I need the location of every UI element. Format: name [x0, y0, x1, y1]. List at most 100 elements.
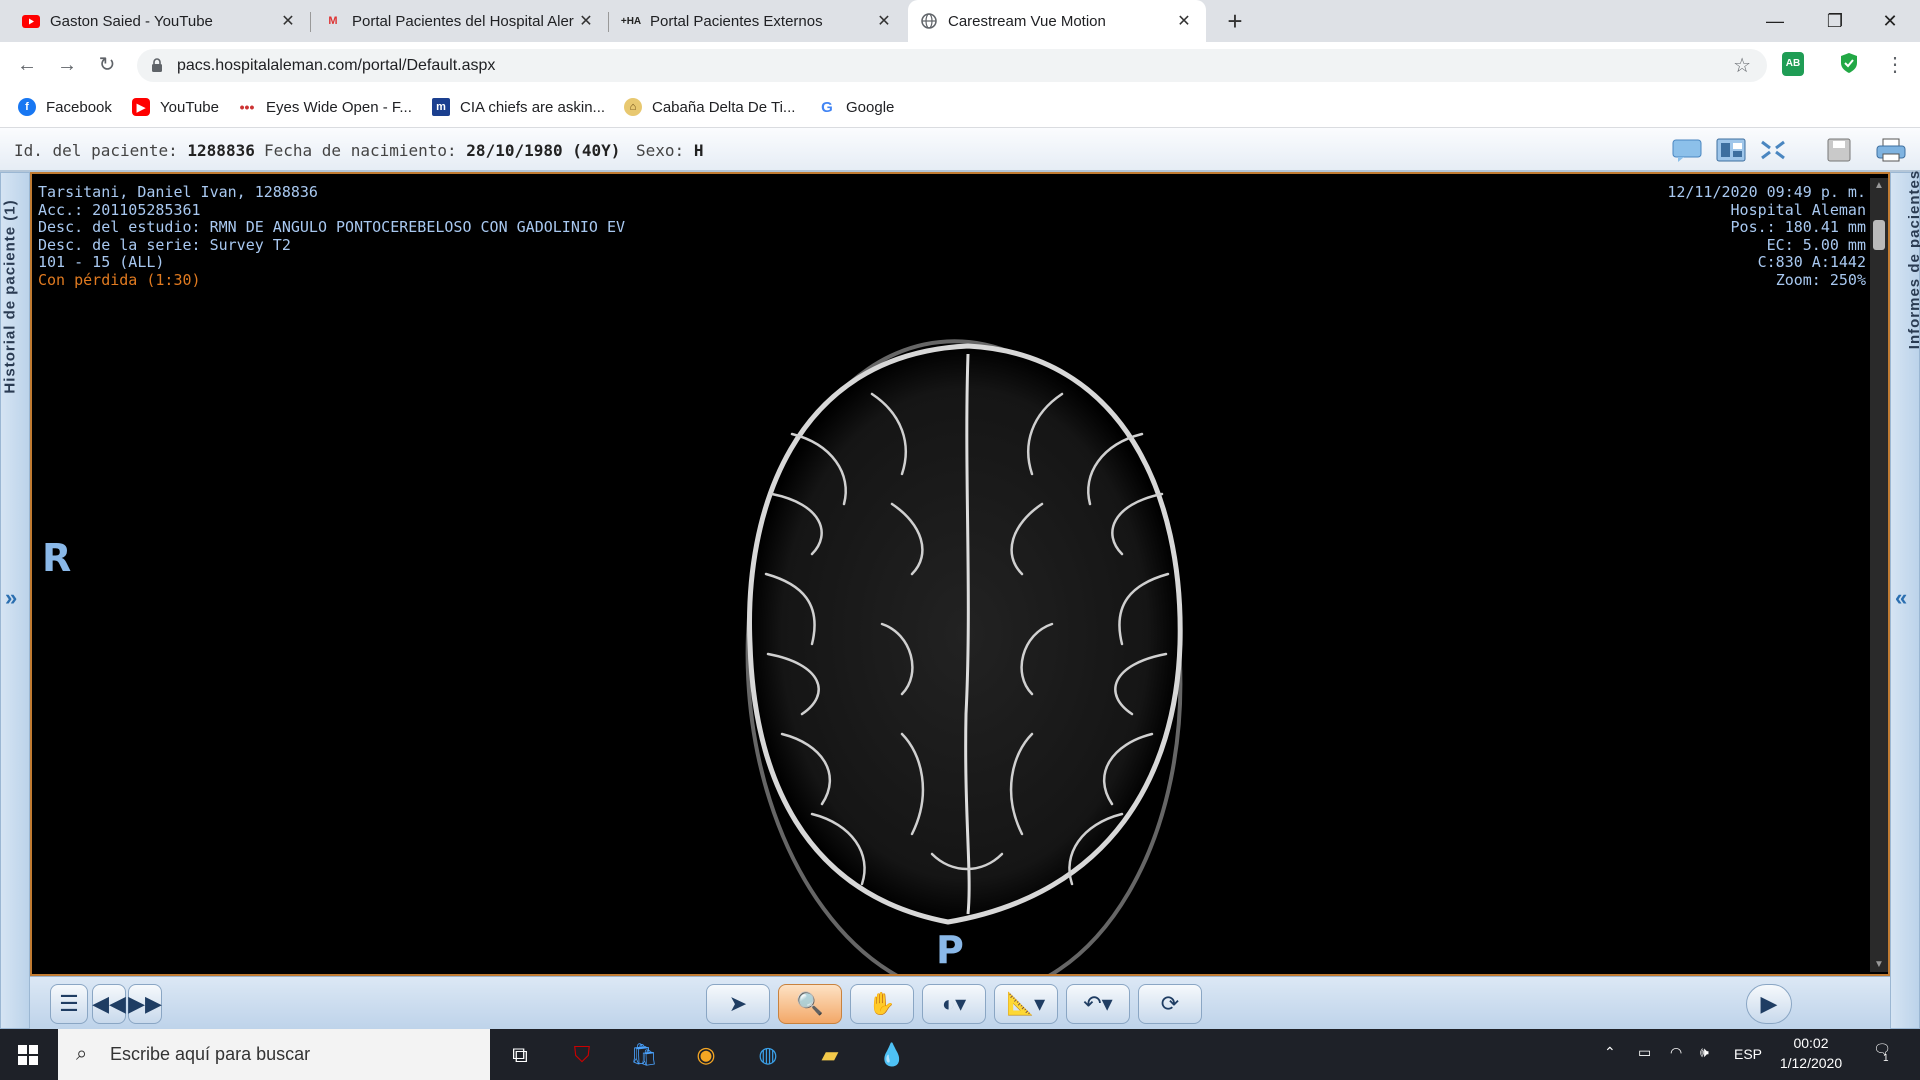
select-tool-button[interactable]: ➤ [706, 984, 770, 1024]
file-explorer-icon[interactable]: ▰ [810, 1037, 850, 1073]
taskbar-search-box[interactable]: ⌕ Escribe aquí para buscar [58, 1029, 490, 1080]
bookmark-eyes-wide-open[interactable]: ••• Eyes Wide Open - F... [238, 98, 412, 116]
close-window-button[interactable]: ✕ [1860, 0, 1920, 42]
series-scrollbar[interactable]: ▲ ▼ [1870, 178, 1888, 972]
tab-portal-pacientes-hospital[interactable]: M Portal Pacientes del Hospital Aler ✕ [312, 0, 608, 42]
expand-left-icon[interactable]: » [5, 585, 17, 611]
paint-app-icon[interactable]: 💧 [872, 1037, 912, 1073]
volume-icon[interactable]: 🕪 [1700, 1044, 1709, 1061]
patient-dob: Fecha de nacimiento: 28/10/1980 (40Y) [264, 141, 621, 160]
cabana-icon: ⌂ [624, 98, 642, 116]
scroll-up-icon[interactable]: ▲ [1874, 180, 1884, 191]
notification-center-icon[interactable]: 🗨 1 [1868, 1041, 1896, 1064]
youtube-icon [22, 12, 40, 30]
patient-sex: Sexo: H [636, 141, 704, 160]
dots-icon: ••• [239, 99, 255, 115]
compare-icon[interactable] [1756, 136, 1790, 164]
series-list-button[interactable]: ☰ [50, 984, 88, 1024]
scroll-down-icon[interactable]: ▼ [1874, 959, 1884, 970]
window-level-button[interactable]: ◐▾ [922, 984, 986, 1024]
measure-tool-button[interactable]: 📐▾ [994, 984, 1058, 1024]
star-icon[interactable]: ☆ [1733, 53, 1751, 78]
next-series-button[interactable]: ▶▶ [128, 984, 162, 1024]
image-viewport[interactable]: Tarsitani, Daniel Ivan, 1288836 Acc.: 20… [30, 172, 1890, 976]
layout-info-icon[interactable] [1714, 136, 1748, 164]
contrast-icon: ◐▾ [941, 991, 967, 1016]
tab-portal-pacientes-externos[interactable]: +HA Portal Pacientes Externos ✕ [610, 0, 906, 42]
shield-extension-icon[interactable] [1838, 52, 1860, 76]
new-tab-button[interactable]: + [1220, 6, 1250, 36]
chat-icon[interactable] [1670, 136, 1704, 164]
fast-forward-icon: ▶▶ [128, 991, 162, 1016]
windows-start-icon[interactable] [8, 1037, 48, 1073]
back-button[interactable]: ← [12, 50, 42, 80]
pointer-icon: ➤ [728, 991, 748, 1016]
close-tab-icon[interactable]: ✕ [576, 11, 596, 31]
lock-icon [152, 58, 162, 72]
bookmark-youtube[interactable]: ▶ YouTube [132, 98, 219, 116]
address-bar-row: ← → ↻ pacs.hospitalaleman.com/portal/Def… [0, 42, 1920, 88]
m-logo-icon: m [432, 98, 450, 116]
tray-expand-icon[interactable]: ⌃ [1604, 1044, 1616, 1061]
mcafee-icon[interactable]: ⛉ [562, 1037, 602, 1073]
save-icon[interactable] [1822, 136, 1856, 164]
forward-button[interactable]: → [52, 50, 82, 80]
play-icon: ▶ [1760, 991, 1778, 1016]
gmail-icon: M [328, 15, 338, 27]
orientation-bottom-marker: P [936, 928, 964, 972]
bookmark-facebook[interactable]: f Facebook [18, 98, 112, 116]
bookmark-cabana-delta[interactable]: ⌂ Cabaña Delta De Ti... [624, 98, 795, 116]
tab-carestream-vue-motion[interactable]: Carestream Vue Motion ✕ [908, 0, 1206, 42]
store-icon[interactable]: 🛍 [624, 1037, 664, 1073]
pan-tool-button[interactable]: ✋ [850, 984, 914, 1024]
search-icon: ⌕ [76, 1043, 88, 1065]
language-indicator[interactable]: ESP [1734, 1046, 1762, 1062]
bookmark-google[interactable]: G Google [818, 98, 894, 116]
bookmark-cia-chiefs[interactable]: m CIA chiefs are askin... [432, 98, 605, 116]
browser-app-icon[interactable]: ◉ [686, 1037, 726, 1073]
url-bar[interactable]: pacs.hospitalaleman.com/portal/Default.a… [137, 49, 1767, 82]
ha-logo-icon: +HA [620, 15, 642, 27]
orientation-left-marker: R [42, 536, 72, 580]
browser-menu-icon[interactable]: ⋮ [1880, 50, 1910, 80]
magnifier-icon: 🔍 [796, 991, 824, 1016]
list-icon: ☰ [59, 991, 79, 1016]
viewer-toolbar: ☰ ◀◀ ▶▶ ➤ 🔍 ✋ ◐▾ 📐▾ ↶▾ ⟳ ▶ [30, 976, 1890, 1029]
print-icon[interactable] [1874, 136, 1908, 164]
globe-icon [920, 12, 938, 30]
edge-icon[interactable]: ◍ [748, 1037, 788, 1073]
patient-info-bar: Id. del paciente: 1288836 Fecha de nacim… [0, 128, 1920, 172]
close-tab-icon[interactable]: ✕ [1174, 11, 1194, 31]
tab-youtube[interactable]: Gaston Saied - YouTube ✕ [10, 0, 310, 42]
annotation-icon: ↶▾ [1083, 991, 1113, 1016]
patient-reports-panel[interactable]: Informes de pacientes « [1890, 170, 1920, 1029]
youtube-icon: ▶ [132, 98, 150, 116]
reset-button[interactable]: ⟳ [1138, 984, 1202, 1024]
patient-history-panel[interactable]: Historial de paciente (1) » [0, 172, 30, 1029]
bookmarks-bar: f Facebook ▶ YouTube ••• Eyes Wide Open - F… [0, 88, 1920, 128]
rewind-icon: ◀◀ [92, 991, 126, 1016]
maximize-button[interactable]: ❐ [1805, 0, 1865, 42]
previous-series-button[interactable]: ◀◀ [92, 984, 126, 1024]
top-right-overlay: 12/11/2020 09:49 p. m. Hospital Aleman P… [1667, 183, 1866, 289]
clock[interactable]: 00:02 1/12/2020 [1774, 1035, 1848, 1071]
task-view-icon[interactable]: ⧉ [500, 1037, 540, 1073]
reload-button[interactable]: ↻ [92, 50, 122, 80]
url-text: pacs.hospitalaleman.com/portal/Default.a… [177, 56, 496, 74]
hand-icon: ✋ [868, 991, 896, 1016]
expand-right-icon[interactable]: « [1895, 585, 1907, 611]
compression-label: Con pérdida (1:30) [38, 270, 201, 289]
ruler-icon: 📐▾ [1006, 991, 1046, 1016]
adblock-extension-icon[interactable]: AB [1782, 52, 1804, 76]
cine-play-button[interactable]: ▶ [1746, 984, 1792, 1024]
annotation-tool-button[interactable]: ↶▾ [1066, 984, 1130, 1024]
minimize-button[interactable]: — [1745, 0, 1805, 42]
battery-icon[interactable]: ▭ [1638, 1044, 1651, 1061]
mri-brain-image [745, 339, 1183, 974]
scrollbar-thumb[interactable] [1873, 220, 1885, 250]
close-tab-icon[interactable]: ✕ [874, 11, 894, 31]
wifi-icon[interactable]: ◠ [1670, 1044, 1682, 1061]
zoom-tool-button[interactable]: 🔍 [778, 984, 842, 1024]
close-tab-icon[interactable]: ✕ [278, 11, 298, 31]
refresh-icon: ⟳ [1160, 991, 1180, 1016]
